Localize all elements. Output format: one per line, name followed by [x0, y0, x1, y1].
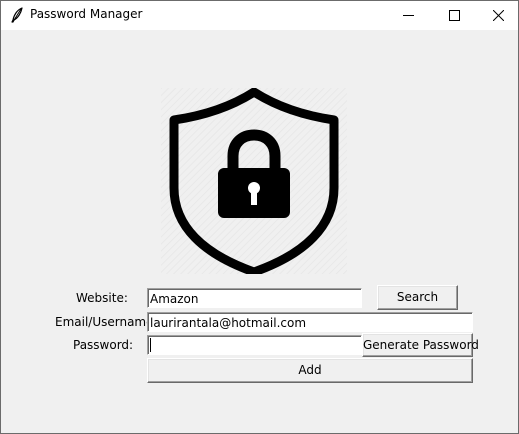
window-title: Password Manager [30, 7, 143, 21]
title-bar[interactable]: Password Manager [1, 1, 518, 30]
close-button[interactable] [476, 1, 519, 30]
feather-icon [10, 7, 24, 23]
password-input[interactable] [147, 335, 362, 355]
email-label: Email/Username: [55, 315, 158, 329]
text-cursor [150, 338, 151, 352]
password-label: Password: [73, 338, 134, 352]
generate-password-button[interactable]: Generate Password [362, 333, 479, 357]
search-button[interactable]: Search [377, 285, 458, 310]
website-label: Website: [76, 291, 128, 305]
maximize-icon [449, 10, 460, 21]
email-input[interactable] [147, 312, 473, 332]
password-manager-window: Password Manager Website: Amazon Search … [0, 0, 519, 434]
logo-canvas [161, 87, 347, 277]
add-button[interactable]: Add [147, 358, 473, 383]
website-input[interactable] [147, 288, 362, 308]
close-icon [493, 10, 504, 21]
maximize-button[interactable] [432, 1, 478, 30]
minimize-button[interactable] [386, 1, 432, 30]
minimize-icon [403, 15, 414, 16]
shield-lock-icon [161, 87, 347, 277]
